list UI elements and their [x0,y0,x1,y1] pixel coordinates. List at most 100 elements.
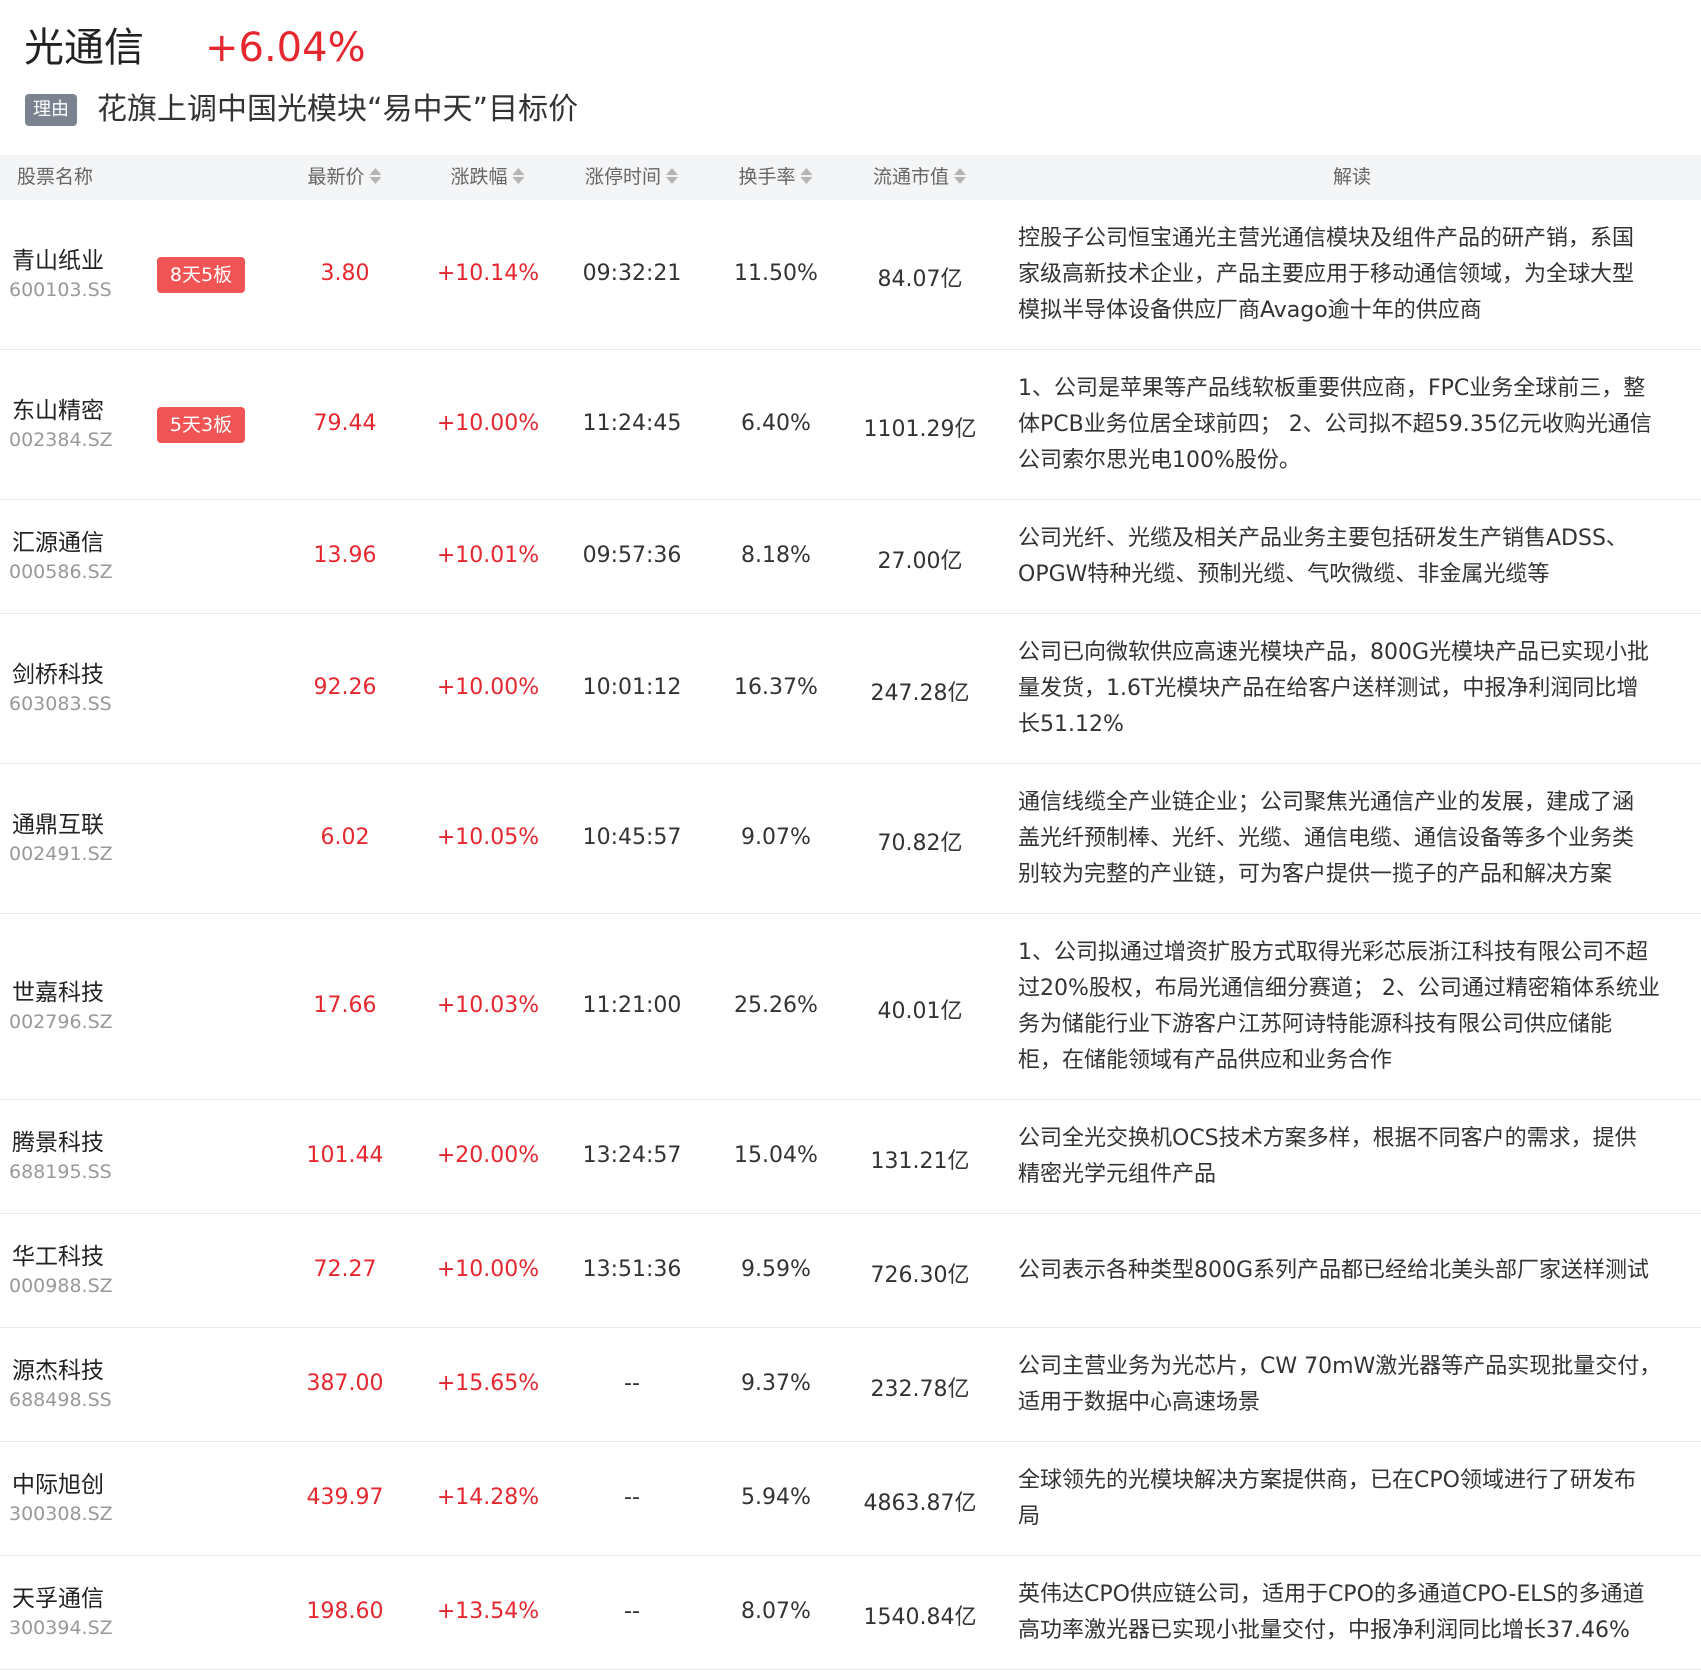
price-value: 198.60 [306,1599,384,1624]
col-turnover[interactable]: 换手率 [738,155,813,200]
price-value: 3.80 [320,261,370,286]
analysis-line: OPGW特种光缆、预制光缆、气吹微缆、非金属光缆等 [1018,562,1550,587]
change-value: +13.54% [436,1599,540,1624]
turnover-value: 15.04% [734,1143,818,1168]
change-value: +10.03% [436,993,540,1018]
analysis-line: 控股子公司恒宝通光主营光通信模块及组件产品的研产销，系国 [1018,226,1635,251]
analysis-text: 全球领先的光模块解决方案提供商，已在CPO领域进行了研发布局 [1018,1463,1688,1535]
stock-code: 002796.SZ [9,1011,113,1033]
float-cap-value: 4863.87亿 [863,1491,977,1516]
limit-time-value: 13:51:36 [582,1257,682,1282]
analysis-line: 公司索尔思光电100%股份。 [1018,448,1301,473]
float-cap-value: 40.01亿 [877,999,963,1024]
float-cap-value: 1101.29亿 [863,417,977,442]
limit-time-value: 13:24:57 [582,1143,682,1168]
sector-header: 光通信 +6.04% 理由 花旗上调中国光模块“易中天”目标价 [0,0,1701,155]
change-value: +10.00% [436,411,540,436]
change-value: +20.00% [436,1143,540,1168]
stock-name[interactable]: 通鼎互联 [12,805,104,839]
stock-code: 002491.SZ [9,843,113,865]
stock-code: 300308.SZ [9,1503,113,1525]
stock-name[interactable]: 腾景科技 [12,1123,104,1157]
analysis-text: 公司光纤、光缆及相关产品业务主要包括研发生产销售ADSS、 OPGW特种光缆、预制… [1018,521,1688,593]
price-value: 6.02 [320,825,370,850]
stock-name[interactable]: 中际旭创 [12,1465,104,1499]
table-row[interactable]: 汇源通信 000586.SZ 13.96 +10.01% 09:57:36 8.18% 27… [0,500,1701,614]
float-cap-value: 131.21亿 [870,1149,970,1174]
stock-code: 002384.SZ [9,429,113,451]
col-change[interactable]: 涨跌幅 [450,155,525,200]
table-row[interactable]: 中际旭创 300308.SZ 439.97 +14.28% -- 5.94% 4863.87… [0,1442,1701,1556]
table-row[interactable]: 源杰科技 688498.SS 387.00 +15.65% -- 9.37% 232.78亿… [0,1328,1701,1442]
float-cap-value: 247.28亿 [870,681,970,706]
change-value: +10.05% [436,825,540,850]
stock-code: 600103.SS [9,279,112,301]
col-price-label: 最新价 [307,166,365,188]
turnover-value: 9.59% [741,1257,811,1282]
analysis-line: 适用于数据中心高速场景 [1018,1390,1261,1415]
table-row[interactable]: 青山纸业 600103.SS 8天5板 3.80 +10.14% 09:32:21 11.5… [0,200,1701,350]
stock-code: 300394.SZ [9,1617,113,1639]
table-row[interactable]: 剑桥科技 603083.SS 92.26 +10.00% 10:01:12 16.37% 2… [0,614,1701,764]
analysis-line: 公司主营业务为光芯片，CW 70mW激光器等产品实现批量交付， [1018,1354,1662,1379]
turnover-value: 25.26% [734,993,818,1018]
col-name: 股票名称 [17,166,94,188]
limit-time-value: -- [624,1485,640,1510]
col-float-cap[interactable]: 流通市值 [873,155,967,200]
change-value: +10.00% [436,1257,540,1282]
analysis-line: 公司已向微软供应高速光模块产品，800G光模块产品已实现小批 [1018,640,1650,665]
stock-name[interactable]: 青山纸业 [12,241,104,275]
col-turnover-label: 换手率 [738,166,796,188]
col-price[interactable]: 最新价 [307,155,382,200]
table-row[interactable]: 世嘉科技 002796.SZ 17.66 +10.03% 11:21:00 25.26% 4… [0,914,1701,1100]
table-row[interactable]: 腾景科技 688195.SS 101.44 +20.00% 13:24:57 15.04%… [0,1100,1701,1214]
limit-time-value: 10:01:12 [582,675,682,700]
analysis-line: 局 [1018,1504,1041,1529]
analysis-text: 公司已向微软供应高速光模块产品，800G光模块产品已实现小批 量发货，1.6T光模… [1018,635,1688,743]
stock-name[interactable]: 源杰科技 [12,1351,104,1385]
float-cap-value: 1540.84亿 [863,1605,977,1630]
analysis-text: 英伟达CPO供应链公司，适用于CPO的多通道CPO-ELS的多通道 高功率激光器已… [1018,1577,1688,1649]
streak-badge: 8天5板 [157,257,245,293]
stock-code: 000586.SZ [9,561,113,583]
analysis-line: 务为储能行业下游客户江苏阿诗特能源科技有限公司供应储能 [1018,1012,1613,1037]
analysis-line: 精密光学元组件产品 [1018,1162,1217,1187]
sort-updown-icon [369,167,382,184]
sort-updown-icon [666,167,679,184]
stock-name[interactable]: 东山精密 [12,391,104,425]
stock-name[interactable]: 世嘉科技 [12,973,104,1007]
table-row[interactable]: 天孚通信 300394.SZ 198.60 +13.54% -- 8.07% 1540.84… [0,1556,1701,1670]
analysis-text: 公司主营业务为光芯片，CW 70mW激光器等产品实现批量交付， 适用于数据中心高速… [1018,1349,1688,1421]
stock-name[interactable]: 华工科技 [12,1237,104,1271]
sector-name: 光通信 [24,25,144,71]
table-row[interactable]: 东山精密 002384.SZ 5天3板 79.44 +10.00% 11:24:45 6.4… [0,350,1701,500]
analysis-line: 长51.12% [1018,712,1124,737]
analysis-line: 1、公司拟通过增资扩股方式取得光彩芯辰浙江科技有限公司不超 [1018,940,1648,965]
price-value: 387.00 [306,1371,384,1396]
table-row[interactable]: 通鼎互联 002491.SZ 6.02 +10.05% 10:45:57 9.07% 70.… [0,764,1701,914]
turnover-value: 5.94% [741,1485,811,1510]
float-cap-value: 70.82亿 [877,831,963,856]
reason-text[interactable]: 花旗上调中国光模块“易中天”目标价 [97,88,578,132]
analysis-line: 家级高新技术企业，产品主要应用于移动通信领域，为全球大型 [1018,262,1635,287]
analysis-line: 量发货，1.6T光模块产品在给客户送样测试，中报净利润同比增 [1018,676,1639,701]
stock-name[interactable]: 天孚通信 [12,1579,104,1613]
change-value: +15.65% [436,1371,540,1396]
table-row[interactable]: 华工科技 000988.SZ 72.27 +10.00% 13:51:36 9.59% 72… [0,1214,1701,1328]
limit-time-value: -- [624,1599,640,1624]
float-cap-value: 27.00亿 [877,549,963,574]
stock-name[interactable]: 汇源通信 [12,523,104,557]
price-value: 72.27 [313,1257,377,1282]
analysis-line: 英伟达CPO供应链公司，适用于CPO的多通道CPO-ELS的多通道 [1018,1582,1645,1607]
stock-name[interactable]: 剑桥科技 [12,655,104,689]
turnover-value: 9.37% [741,1371,811,1396]
analysis-line: 盖光纤预制棒、光纤、光缆、通信电缆、通信设备等多个业务类 [1018,826,1635,851]
reason-tag: 理由 [25,94,77,126]
sort-updown-icon [800,167,813,184]
price-value: 13.96 [313,543,377,568]
limit-time-value: 09:57:36 [582,543,682,568]
limit-time-value: 11:21:00 [582,993,682,1018]
turnover-value: 6.40% [741,411,811,436]
col-limit-time[interactable]: 涨停时间 [585,155,679,200]
change-value: +10.01% [436,543,540,568]
